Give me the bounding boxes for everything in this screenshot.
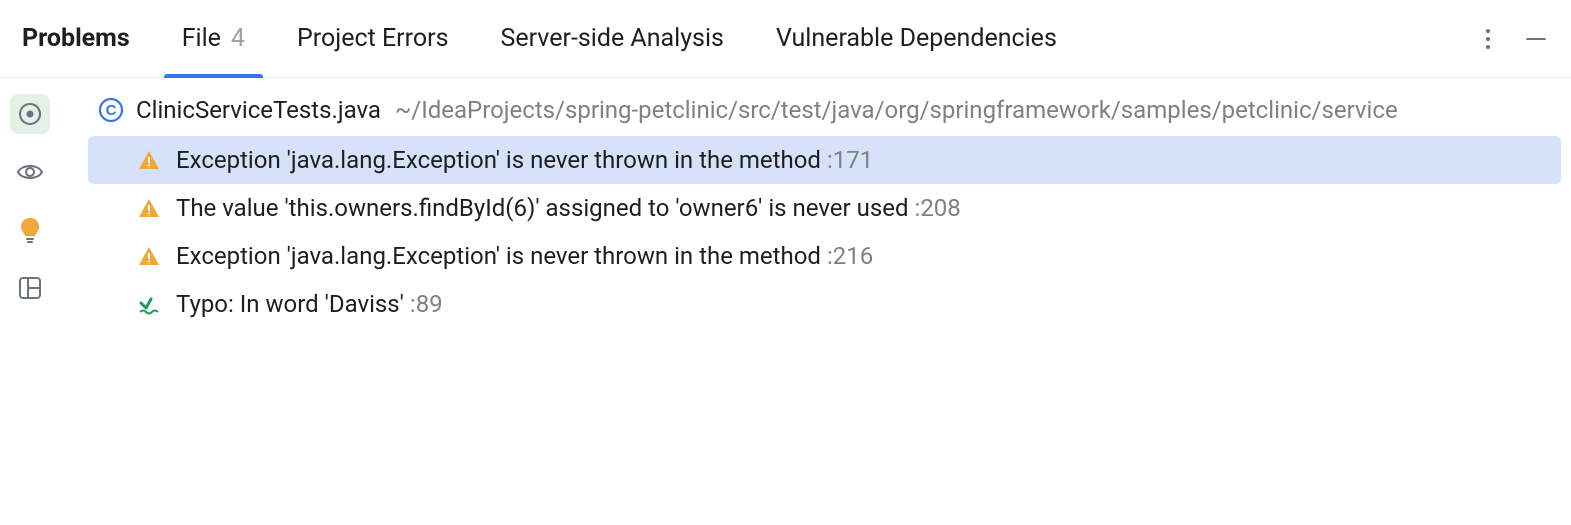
problems-content: C ClinicServiceTests.java ~/IdeaProjects… <box>60 78 1571 525</box>
tab-problems-title-label: Problems <box>22 24 130 53</box>
eye-icon <box>16 158 44 186</box>
tab-server-side-analysis[interactable]: Server-side Analysis <box>475 0 750 77</box>
issue-location: :171 <box>827 146 873 174</box>
file-path: ~/IdeaProjects/spring-petclinic/src/test… <box>395 96 1398 124</box>
tab-file-label: File <box>182 24 221 53</box>
issue-location: :89 <box>410 290 443 318</box>
issue-location: :208 <box>915 194 961 222</box>
tab-vulnerable-dependencies-label: Vulnerable Dependencies <box>776 24 1057 53</box>
issue-row[interactable]: The value 'this.owners.findById(6)' assi… <box>60 184 1571 232</box>
issue-row[interactable]: Exception 'java.lang.Exception' is never… <box>60 232 1571 280</box>
problems-sidebar <box>0 78 60 525</box>
typo-icon <box>136 293 162 315</box>
sidebar-preview-button[interactable] <box>10 268 50 308</box>
more-vertical-icon <box>1485 28 1491 50</box>
more-options-button[interactable] <box>1471 22 1505 56</box>
tab-file-count: 4 <box>231 24 245 53</box>
file-name: ClinicServiceTests.java <box>136 96 381 124</box>
minus-icon <box>1525 28 1547 50</box>
warning-icon <box>136 197 162 219</box>
hide-button[interactable] <box>1519 22 1553 56</box>
problems-tabbar: Problems File 4 Project Errors Server-si… <box>0 0 1571 78</box>
sidebar-highlight-button[interactable] <box>10 94 50 134</box>
issue-message: The value 'this.owners.findById(6)' assi… <box>176 194 909 222</box>
issue-row[interactable]: Exception 'java.lang.Exception' is never… <box>88 136 1561 184</box>
java-class-icon: C <box>98 97 124 123</box>
tab-list: Problems File 4 Project Errors Server-si… <box>18 0 1083 77</box>
warning-icon <box>136 245 162 267</box>
tab-project-errors-label: Project Errors <box>297 24 449 53</box>
tab-file[interactable]: File 4 <box>156 0 271 77</box>
tab-project-errors[interactable]: Project Errors <box>271 0 475 77</box>
issue-row[interactable]: Typo: In word 'Daviss' :89 <box>60 280 1571 328</box>
sidebar-view-button[interactable] <box>10 152 50 192</box>
issue-message: Exception 'java.lang.Exception' is never… <box>176 146 821 174</box>
svg-text:C: C <box>106 102 117 119</box>
issue-location: :216 <box>827 242 873 270</box>
issue-message: Typo: In word 'Daviss' <box>176 290 404 318</box>
tab-vulnerable-dependencies[interactable]: Vulnerable Dependencies <box>750 0 1083 77</box>
warning-icon <box>136 149 162 171</box>
sidebar-intention-button[interactable] <box>10 210 50 250</box>
tab-server-side-analysis-label: Server-side Analysis <box>501 24 724 53</box>
target-icon <box>17 101 43 127</box>
issues-list: Exception 'java.lang.Exception' is never… <box>60 136 1571 328</box>
issue-message: Exception 'java.lang.Exception' is never… <box>176 242 821 270</box>
layout-icon <box>17 275 43 301</box>
tab-problems-title: Problems <box>18 0 156 77</box>
lightbulb-icon <box>18 216 42 244</box>
file-header[interactable]: C ClinicServiceTests.java ~/IdeaProjects… <box>60 88 1571 132</box>
